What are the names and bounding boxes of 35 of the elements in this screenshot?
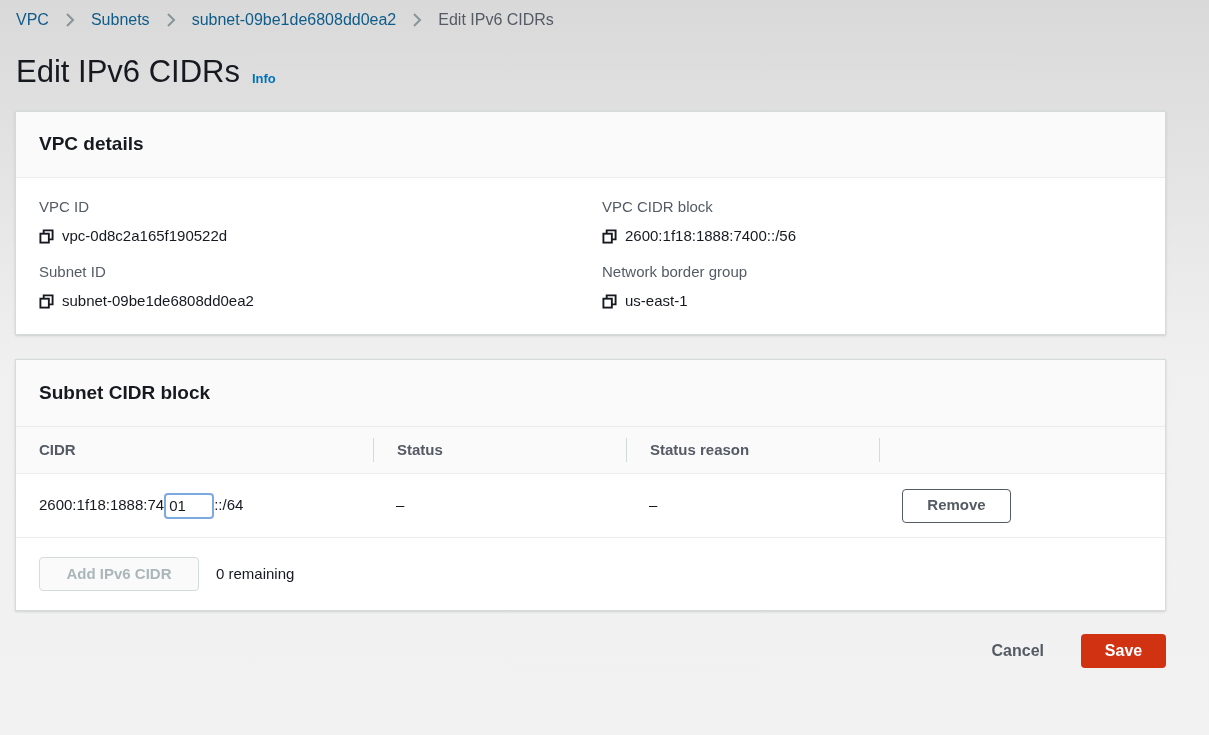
copy-icon[interactable]	[39, 293, 54, 309]
column-header: Status reason	[650, 439, 750, 460]
copy-icon[interactable]	[602, 293, 617, 309]
cidr-prefix: 2600:1f18:1888:74	[39, 495, 165, 516]
remove-button[interactable]: Remove	[902, 488, 1011, 523]
breadcrumb-current: Edit IPv6 CIDRs	[438, 9, 554, 30]
save-button[interactable]: Save	[1081, 634, 1166, 668]
breadcrumb-link[interactable]: Subnets	[90, 7, 150, 32]
field-label: VPC ID	[39, 197, 89, 217]
field-value: vpc-0d8c2a165f190522d	[62, 226, 228, 246]
breadcrumb-link[interactable]: subnet-09be1de6808dd0ea2	[191, 7, 397, 32]
field-value: 2600:1f18:1888:7400::/56	[625, 226, 796, 246]
info-link[interactable]: Info	[251, 68, 276, 88]
column-header: CIDR	[39, 439, 76, 460]
copy-icon[interactable]	[39, 228, 54, 244]
card-title: Subnet CIDR block	[39, 380, 210, 405]
cancel-button[interactable]: Cancel	[971, 634, 1064, 668]
status-cell: –	[396, 496, 405, 514]
chevron-right-icon	[412, 11, 423, 28]
cidr-suffix: ::/64	[214, 495, 244, 516]
breadcrumb-link[interactable]: VPC	[16, 7, 49, 32]
page-title: Edit IPv6 CIDRs	[16, 54, 240, 90]
field-label: Subnet ID	[39, 262, 106, 282]
remaining-count: 0 remaining	[216, 563, 295, 584]
field-label: VPC CIDR block	[602, 197, 713, 217]
status-reason-cell: –	[649, 496, 658, 514]
field-value: subnet-09be1de6808dd0ea2	[62, 291, 254, 311]
cidr-input-field[interactable]: 01	[164, 492, 215, 519]
copy-icon[interactable]	[602, 228, 617, 244]
field-label: Network border group	[602, 262, 748, 282]
field-value: us-east-1	[625, 291, 688, 311]
chevron-right-icon	[165, 11, 176, 28]
chevron-right-icon	[64, 11, 75, 28]
column-header: Status	[397, 439, 443, 460]
card-title: VPC details	[39, 132, 144, 157]
